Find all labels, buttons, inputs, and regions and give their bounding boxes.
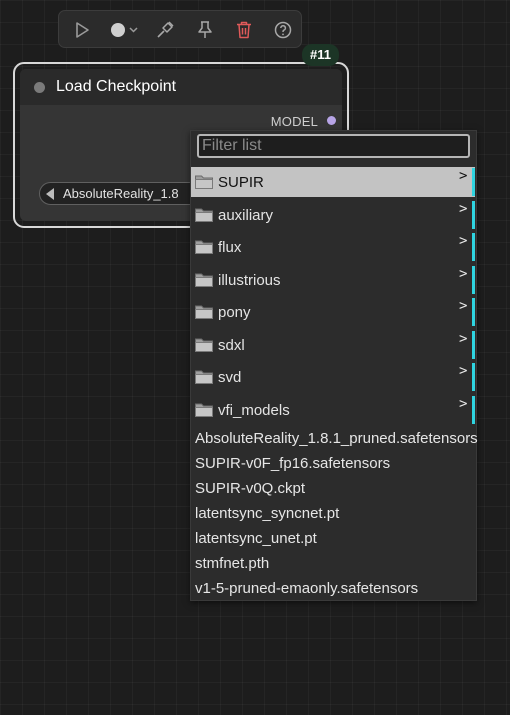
- folder-icon: [194, 401, 214, 423]
- delete-button[interactable]: [233, 18, 255, 42]
- output-label-model: MODEL: [270, 114, 318, 129]
- submenu-chevron-icon: >: [459, 200, 468, 217]
- folder-label: pony: [218, 304, 251, 321]
- output-slot-model[interactable]: [327, 116, 336, 125]
- folder-label: sdxl: [218, 336, 245, 354]
- help-icon: [274, 21, 292, 39]
- folder-icon: [194, 173, 214, 195]
- folder-label: vfi_models: [218, 401, 290, 419]
- folder-item[interactable]: auxiliary >: [191, 200, 475, 230]
- submenu-chevron-icon: >: [459, 265, 468, 282]
- bypass-button[interactable]: [154, 18, 176, 42]
- file-item[interactable]: latentsync_unet.pt: [195, 530, 317, 547]
- submenu-chevron-icon: >: [459, 233, 468, 249]
- folder-item[interactable]: sdxl >: [191, 330, 475, 360]
- previous-arrow-icon[interactable]: [46, 188, 54, 200]
- folder-label: svd: [218, 369, 242, 386]
- folder-item[interactable]: flux >: [191, 232, 475, 262]
- widget-value: AbsoluteReality_1.8: [63, 186, 179, 201]
- folder-icon: [194, 238, 214, 260]
- submenu-indicator: [472, 395, 475, 424]
- folder-item[interactable]: illustrious >: [191, 265, 475, 295]
- folder-label: SUPIR: [218, 174, 264, 191]
- folder-item[interactable]: vfi_models >: [191, 395, 475, 425]
- file-item[interactable]: stmfnet.pth: [195, 555, 269, 572]
- node-title: Load Checkpoint: [56, 78, 177, 95]
- folder-label: auxiliary: [218, 206, 274, 224]
- submenu-chevron-icon: >: [459, 168, 468, 184]
- folder-icon: [194, 336, 214, 358]
- folder-item[interactable]: svd >: [191, 362, 475, 392]
- submenu-indicator: [472, 200, 475, 229]
- file-item[interactable]: SUPIR-v0Q.ckpt: [195, 480, 305, 497]
- file-item[interactable]: SUPIR-v0F_fp16.safetensors: [195, 455, 390, 472]
- folder-item[interactable]: SUPIR >: [191, 167, 475, 197]
- submenu-indicator: [472, 330, 475, 359]
- file-item[interactable]: AbsoluteReality_1.8.1_pruned.safetensors: [195, 430, 478, 447]
- folder-icon: [194, 271, 214, 293]
- submenu-chevron-icon: >: [459, 330, 468, 347]
- submenu-chevron-icon: >: [459, 298, 468, 314]
- folder-item[interactable]: pony >: [191, 297, 475, 327]
- trash-icon: [237, 21, 251, 39]
- submenu-indicator: [472, 265, 475, 294]
- node-header[interactable]: Load Checkpoint: [20, 69, 342, 105]
- submenu-indicator: [472, 363, 475, 391]
- submenu-chevron-icon: >: [459, 395, 468, 412]
- node-id-badge: #11: [302, 44, 339, 66]
- folder-label: illustrious: [218, 271, 281, 289]
- node-toolbar: [58, 10, 302, 48]
- submenu-chevron-icon: >: [459, 363, 468, 379]
- play-icon: [76, 22, 89, 38]
- pin-icon: [198, 21, 212, 38]
- submenu-indicator: [472, 298, 475, 326]
- run-button[interactable]: [71, 18, 93, 42]
- pin-button[interactable]: [194, 18, 216, 42]
- submenu-indicator: [472, 233, 475, 261]
- collapse-dot[interactable]: [34, 82, 45, 93]
- file-item[interactable]: latentsync_syncnet.pt: [195, 505, 339, 522]
- bypass-icon: [157, 21, 174, 38]
- color-circle-icon: [111, 23, 138, 37]
- folder-label: flux: [218, 239, 242, 256]
- folder-icon: [194, 206, 214, 228]
- submenu-indicator: [472, 168, 475, 196]
- file-item[interactable]: v1-5-pruned-emaonly.safetensors: [195, 580, 418, 597]
- checkpoint-dropdown-menu: SUPIR>auxiliary>flux>illustrious>pony>sd…: [190, 130, 478, 601]
- filter-input[interactable]: [197, 134, 470, 158]
- color-picker-button[interactable]: [109, 18, 141, 42]
- folder-icon: [194, 303, 214, 325]
- folder-icon: [194, 368, 214, 390]
- help-button[interactable]: [272, 18, 294, 42]
